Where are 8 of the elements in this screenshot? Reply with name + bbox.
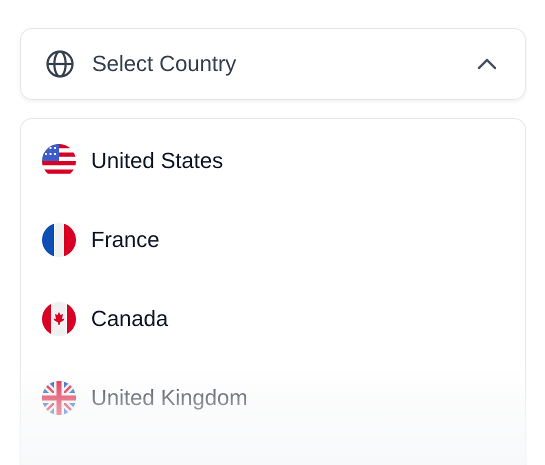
flag-icon xyxy=(42,380,76,414)
country-select[interactable]: Select Country xyxy=(20,28,526,100)
country-option[interactable]: France xyxy=(21,200,525,279)
flag-icon xyxy=(42,222,76,256)
country-option[interactable]: United States xyxy=(21,121,525,200)
globe-icon xyxy=(45,49,75,79)
flag-icon xyxy=(42,302,76,336)
country-option[interactable]: Canada xyxy=(21,279,525,358)
